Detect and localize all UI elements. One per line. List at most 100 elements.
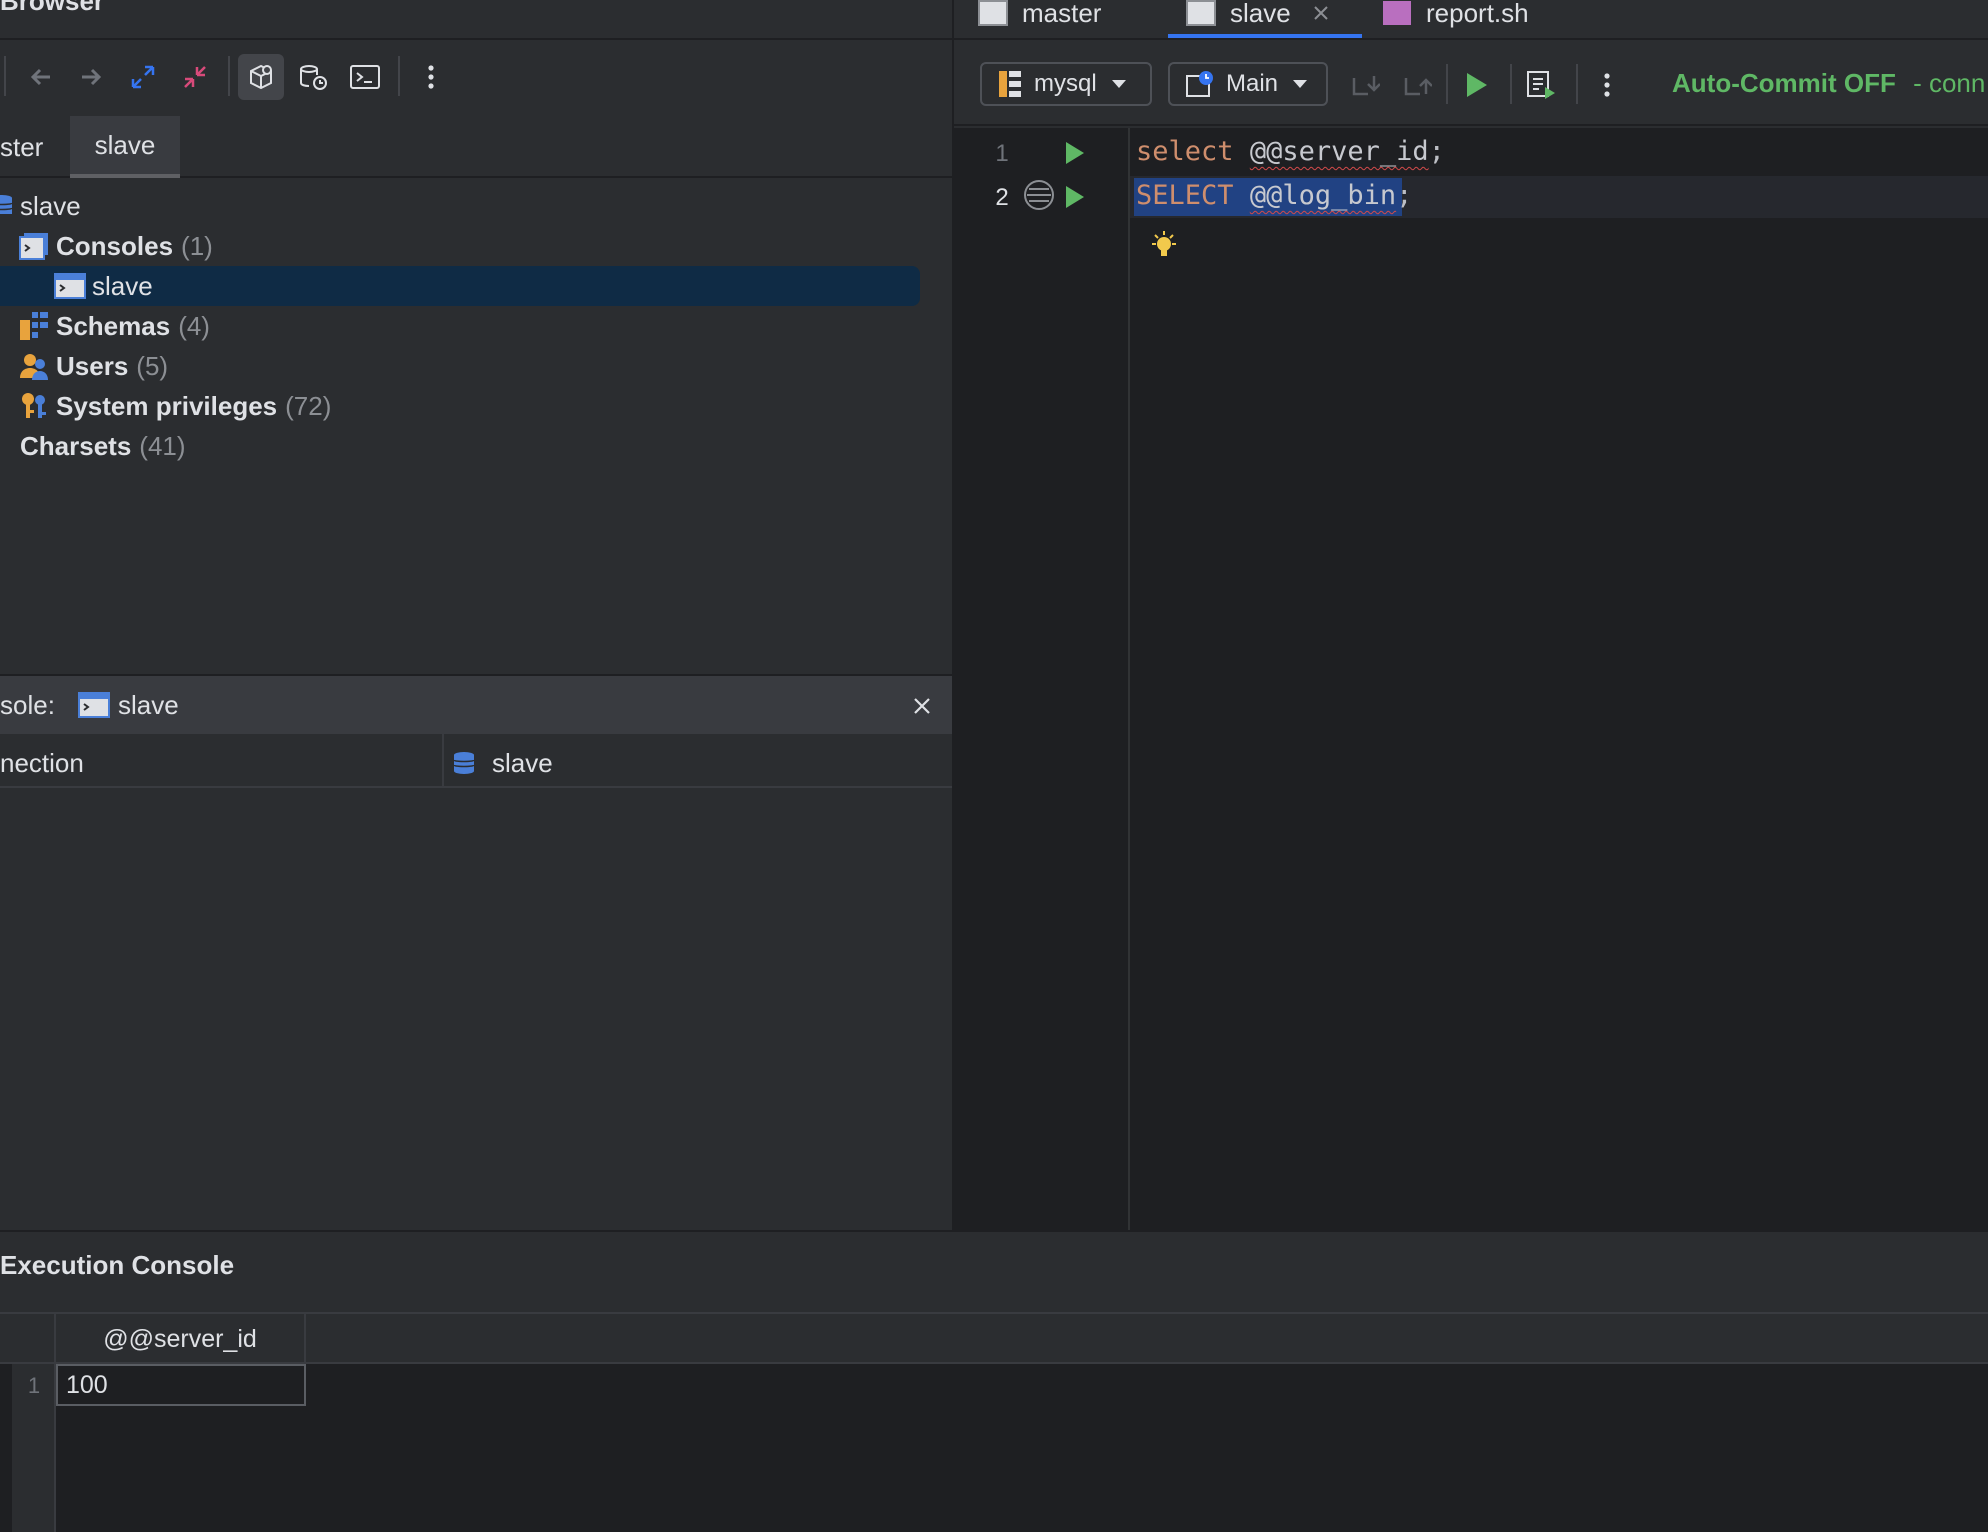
show-objects-button[interactable] (238, 54, 284, 100)
collapse-all-button[interactable] (172, 54, 218, 100)
editor-toolbar: mysql Main Auto-Commit OFF - conn (954, 40, 1988, 126)
tab-report-sh[interactable]: report.sh (1382, 0, 1529, 38)
statement-marker[interactable] (1022, 178, 1058, 214)
open-console-button[interactable] (342, 54, 388, 100)
sql-identifier: @@server_id (1249, 136, 1429, 167)
tab-slave[interactable]: slave (70, 116, 180, 178)
column-divider (442, 734, 444, 788)
console-icon (54, 273, 86, 299)
play-icon (1467, 73, 1487, 97)
database-clock-icon (300, 65, 327, 90)
commit-icon (1352, 76, 1380, 96)
autocommit-status[interactable]: Auto-Commit OFF - conn (1672, 68, 1985, 99)
toolbar-separator (4, 56, 6, 96)
tree-count: (1) (181, 230, 213, 261)
toolbar-separator (1510, 64, 1512, 104)
tree-label: Charsets (20, 430, 132, 461)
rollback-button[interactable] (1396, 64, 1438, 106)
property-value[interactable]: slave (492, 748, 553, 779)
tree-label: Consoles (56, 230, 174, 261)
explorer-header: Browser (0, 0, 952, 40)
close-console-bar-button[interactable] (906, 690, 938, 722)
database-explorer-panel (0, 0, 952, 1230)
toolbar-separator (1576, 64, 1578, 104)
toolbar-separator (1446, 64, 1448, 104)
keys-icon (22, 393, 46, 418)
close-icon (914, 698, 930, 714)
chevron-down-icon (1293, 80, 1308, 88)
autocommit-suffix: - conn (1913, 68, 1986, 98)
tree-item-console-slave[interactable]: slave (54, 266, 153, 306)
tree-count: (72) (285, 390, 332, 421)
tree-item-consoles[interactable]: Consoles (1) (18, 226, 213, 266)
tree-label: Schemas (56, 310, 171, 341)
execution-plan-icon (1527, 71, 1555, 99)
console-folder-icon (19, 233, 48, 260)
statement-lines-icon (1024, 180, 1054, 210)
console-icon (1186, 0, 1216, 26)
tree-item-schemas[interactable]: Schemas (4) (18, 306, 210, 346)
code-line-2[interactable]: SELECT @@log_bin; (1136, 180, 1412, 211)
tab-label: report.sh (1426, 0, 1529, 28)
run-line-2-button[interactable] (1064, 184, 1086, 217)
arrow-right-icon (82, 68, 102, 86)
rollback-icon (1404, 78, 1432, 96)
schema-icon (20, 312, 48, 340)
sql-keyword: select (1136, 136, 1234, 167)
back-button[interactable] (18, 54, 64, 100)
execution-console-title: Execution Console (0, 1250, 235, 1280)
editor-tabs: master slave report.sh (954, 0, 1988, 40)
tree-label: System privileges (56, 390, 278, 421)
session-label: Main (1226, 70, 1279, 97)
property-name: nection (0, 748, 84, 778)
row-number: 1 (27, 1373, 41, 1398)
lightbulb-icon (1152, 231, 1176, 256)
result-cell[interactable]: 100 (56, 1364, 306, 1406)
more-vertical-icon (1604, 73, 1610, 97)
explorer-toolbar (0, 40, 952, 110)
schema-icon (999, 71, 1021, 97)
more-options-button[interactable] (1586, 64, 1628, 106)
more-options-button[interactable] (408, 54, 454, 100)
column-header-label: @@server_id (103, 1324, 257, 1353)
play-icon (1066, 142, 1084, 164)
tab-label: slave (94, 129, 156, 160)
tab-master[interactable]: ster (0, 116, 70, 178)
line-number: 1 (995, 140, 1009, 167)
session-dropdown[interactable]: Main (1168, 62, 1328, 106)
column-header-server-id[interactable]: @@server_id (56, 1314, 306, 1364)
editor-gutter (954, 128, 1130, 1230)
arrow-left-icon (30, 68, 50, 86)
console-bar-name: slave (118, 690, 179, 720)
cube-search-icon (250, 64, 272, 90)
tree-item-slave-connection[interactable]: slave (0, 186, 81, 226)
tree-count: (5) (136, 350, 169, 381)
tab-label: master (1022, 0, 1102, 28)
tree-item-users[interactable]: Users (5) (18, 346, 168, 386)
datasource-dropdown[interactable]: mysql (980, 62, 1152, 106)
database-icon (0, 195, 13, 214)
sql-terminator: ; (1428, 136, 1445, 167)
explain-plan-button[interactable] (1520, 64, 1562, 106)
close-icon[interactable] (1313, 5, 1329, 21)
datasource-label: mysql (1034, 70, 1097, 97)
collapse-icon (184, 66, 206, 88)
cell-value: 100 (66, 1370, 108, 1399)
history-button[interactable] (290, 54, 336, 100)
toolbar-separator (228, 56, 230, 96)
expand-all-button[interactable] (120, 54, 166, 100)
intention-bulb[interactable] (1146, 228, 1182, 271)
play-icon (1066, 186, 1084, 208)
console-info-bar: sole: slave (0, 674, 952, 734)
tab-master-console[interactable]: master (978, 0, 1102, 38)
tree-item-system-privileges[interactable]: System privileges (72) (18, 386, 331, 426)
more-vertical-icon (428, 65, 434, 89)
commit-button[interactable] (1344, 64, 1386, 106)
console-icon (978, 0, 1008, 26)
tree-item-charsets[interactable]: Charsets (41) (20, 426, 186, 466)
code-line-1[interactable]: select @@server_id; (1136, 136, 1445, 167)
forward-button[interactable] (68, 54, 114, 100)
execute-button[interactable] (1456, 64, 1498, 106)
tab-label: slave (1230, 0, 1291, 28)
run-line-1-button[interactable] (1064, 140, 1086, 173)
